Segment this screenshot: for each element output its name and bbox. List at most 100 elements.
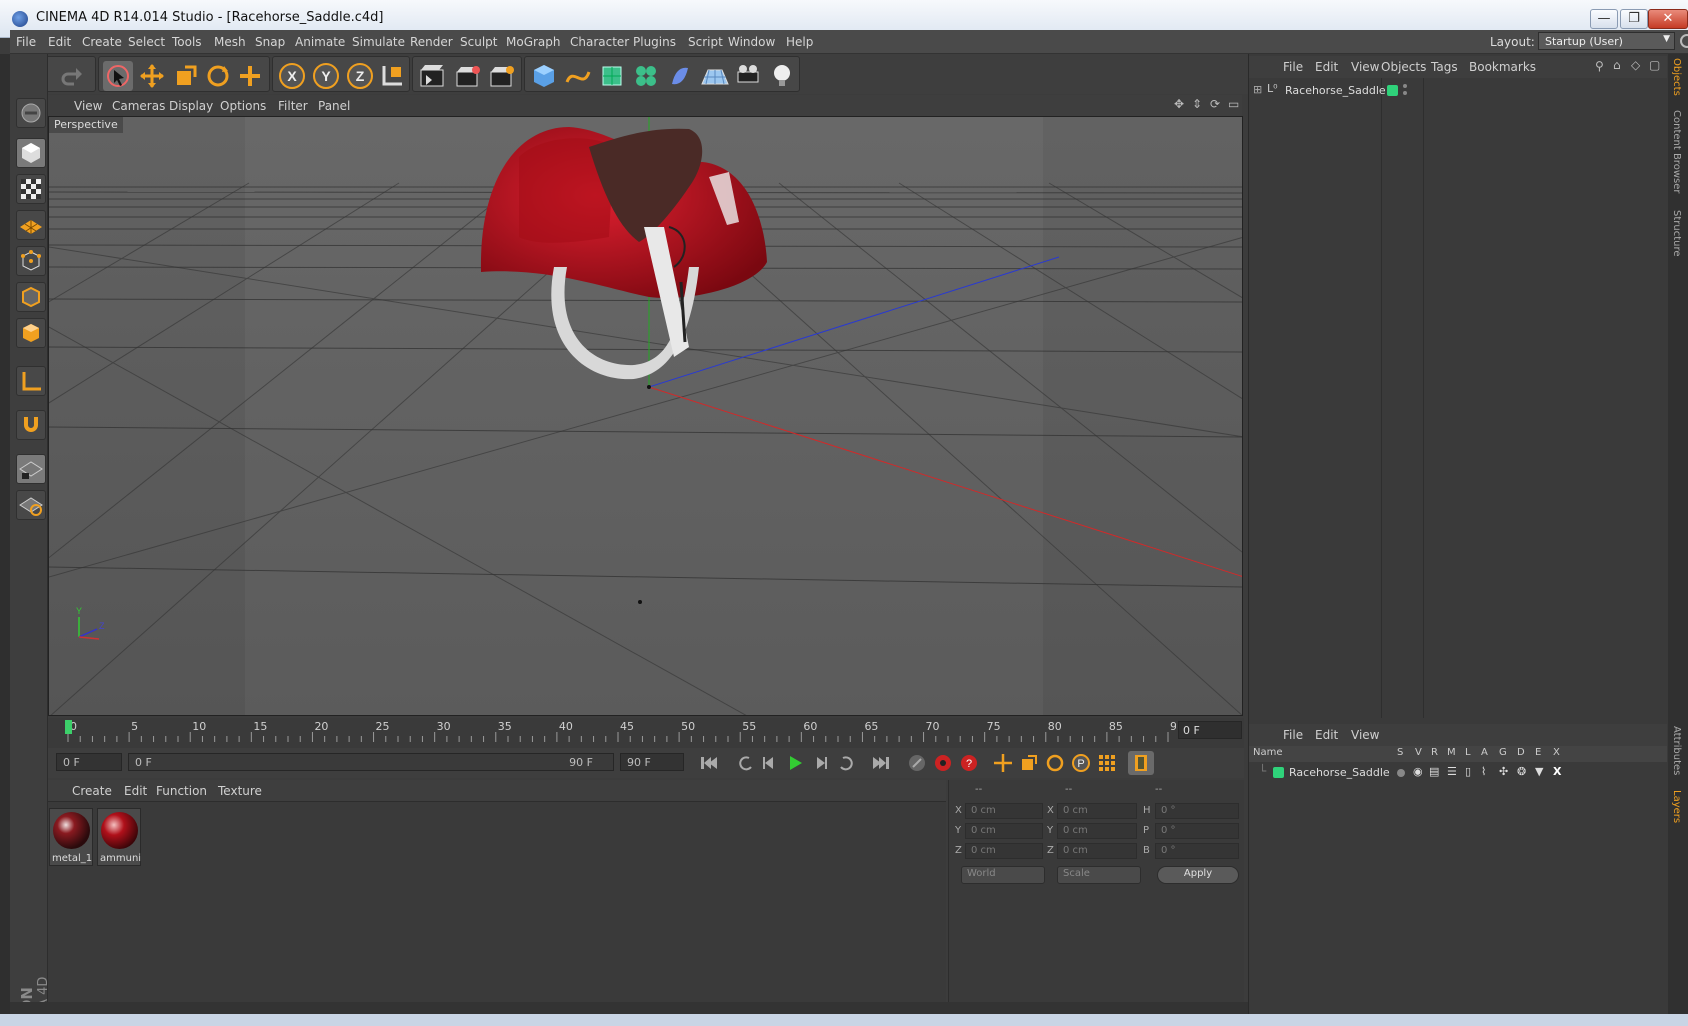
layers-menu-edit[interactable]: Edit (1315, 728, 1338, 742)
menu-sculpt[interactable]: Sculpt (460, 35, 497, 49)
viewport-menu-filter[interactable]: Filter (278, 99, 308, 113)
last-tool-icon[interactable] (235, 61, 265, 91)
material-menu-edit[interactable]: Edit (124, 784, 147, 798)
autokeying-icon[interactable] (930, 751, 956, 775)
layer-row[interactable]: └ Racehorse_Saddle ◉ ▤ ☰ ▯ ⌇ ✣ ❂ ▼ X (1249, 764, 1667, 782)
layout-dropdown[interactable]: Startup (User) ▼ (1538, 32, 1675, 50)
planar-workplane-icon[interactable] (16, 490, 46, 520)
manager-icon[interactable]: ☰ (1447, 765, 1457, 778)
menu-help[interactable]: Help (786, 35, 813, 49)
menu-animate[interactable]: Animate (295, 35, 345, 49)
search-icon[interactable] (1680, 34, 1688, 48)
scale-icon[interactable] (171, 61, 201, 91)
layer-color-tag[interactable] (1387, 85, 1398, 96)
rotation-b-field[interactable]: 0 ° (1155, 843, 1239, 859)
deformer-icon[interactable]: ❂ (1517, 765, 1526, 778)
material-swatch[interactable]: ammuni (97, 808, 141, 866)
start-frame-field[interactable]: 0 F (56, 753, 122, 771)
render-settings-icon[interactable] (487, 61, 517, 91)
view-eye-icon[interactable]: ◉ (1413, 765, 1423, 778)
key-position-icon[interactable] (990, 751, 1016, 775)
collapse-icon[interactable]: ◇ (1631, 58, 1640, 72)
current-frame-field[interactable]: 0 F (1178, 721, 1242, 739)
menu-tools[interactable]: Tools (172, 35, 202, 49)
solo-toggle[interactable] (1397, 769, 1405, 777)
playhead[interactable] (65, 720, 72, 734)
rotation-p-field[interactable]: 0 ° (1155, 823, 1239, 839)
play-icon[interactable] (782, 751, 808, 775)
material-menu-create[interactable]: Create (72, 784, 112, 798)
camera-icon[interactable] (733, 61, 763, 91)
coordinate-space-dropdown[interactable]: World (961, 866, 1045, 884)
tab-layers[interactable]: Layers (1671, 790, 1682, 823)
home-icon[interactable]: ⌂ (1613, 58, 1621, 72)
x-axis-lock-icon[interactable]: X (277, 61, 307, 91)
light-icon[interactable] (767, 61, 797, 91)
perspective-viewport[interactable]: Y Z Perspective (48, 116, 1243, 716)
position-y-field[interactable]: 0 cm (965, 823, 1043, 839)
menu-script[interactable]: Script (688, 35, 723, 49)
new-window-icon[interactable]: ▢ (1649, 58, 1660, 72)
rotation-h-field[interactable]: 0 ° (1155, 803, 1239, 819)
viewport-move-icon[interactable]: ✥ (1174, 97, 1184, 111)
viewport-rotate-icon[interactable]: ⟳ (1210, 97, 1220, 111)
layers-menu-view[interactable]: View (1351, 728, 1379, 742)
viewport-dolly-icon[interactable]: ⇕ (1192, 97, 1202, 111)
objects-menu-edit[interactable]: Edit (1315, 60, 1338, 74)
lock-icon[interactable]: ▯ (1465, 765, 1471, 778)
floor-environment-icon[interactable] (699, 61, 729, 91)
tab-structure[interactable]: Structure (1671, 210, 1682, 257)
viewport-menu-display[interactable]: Display (169, 99, 213, 113)
go-to-start-icon[interactable] (696, 751, 722, 775)
position-x-field[interactable]: 0 cm (965, 803, 1043, 819)
edges-mode-icon[interactable] (16, 282, 46, 312)
menu-file[interactable]: File (16, 35, 36, 49)
snap-magnet-icon[interactable] (16, 410, 46, 440)
material-menu-texture[interactable]: Texture (218, 784, 262, 798)
render-visibility-dot[interactable] (1403, 91, 1407, 95)
keyframe-selection-icon[interactable]: ? (956, 751, 982, 775)
xref-icon[interactable]: X (1553, 765, 1561, 778)
deformer-icon[interactable] (665, 61, 695, 91)
previous-key-icon[interactable] (732, 751, 758, 775)
key-parameter-icon[interactable]: P (1068, 751, 1094, 775)
menu-edit[interactable]: Edit (48, 35, 71, 49)
live-selection-icon[interactable] (103, 61, 133, 91)
viewport-menu-cameras[interactable]: Cameras (112, 99, 165, 113)
generator-icon[interactable]: ✣ (1499, 765, 1508, 778)
spline-pen-icon[interactable] (563, 61, 593, 91)
apply-button[interactable]: Apply (1157, 866, 1239, 884)
go-to-end-icon[interactable] (868, 751, 894, 775)
redo-icon[interactable] (57, 61, 87, 91)
record-keys-icon[interactable] (904, 751, 930, 775)
material-swatch[interactable]: metal_1 (49, 808, 93, 866)
position-z-field[interactable]: 0 cm (965, 843, 1043, 859)
move-icon[interactable] (137, 61, 167, 91)
preview-range-slider[interactable]: 0 F 90 F (128, 753, 614, 771)
workplane-lock-icon[interactable] (16, 454, 46, 484)
objects-menu-objects[interactable]: Objects (1381, 60, 1426, 74)
model-mode-icon[interactable] (16, 138, 46, 168)
tab-objects[interactable]: Objects (1671, 58, 1682, 96)
make-editable-icon[interactable] (16, 98, 46, 128)
render-picture-viewer-icon[interactable] (453, 61, 483, 91)
menu-mograph[interactable]: MoGraph (506, 35, 561, 49)
previous-frame-icon[interactable] (756, 751, 782, 775)
size-y-field[interactable]: 0 cm (1057, 823, 1137, 839)
coordinate-system-icon[interactable] (377, 61, 407, 91)
layer-color-swatch[interactable] (1273, 767, 1284, 778)
maximize-button[interactable]: ❐ (1620, 9, 1648, 29)
next-key-icon[interactable] (834, 751, 860, 775)
viewport-menu-view[interactable]: View (74, 99, 102, 113)
expression-icon[interactable]: ▼ (1535, 765, 1543, 778)
texture-mode-icon[interactable] (16, 174, 46, 204)
objects-menu-file[interactable]: File (1283, 60, 1303, 74)
render-clapper-icon[interactable]: ▤ (1429, 765, 1439, 778)
expand-icon[interactable]: ⊞ (1253, 83, 1262, 96)
menu-select[interactable]: Select (128, 35, 165, 49)
axis-mode-icon[interactable] (16, 366, 46, 396)
objects-menu-bookmarks[interactable]: Bookmarks (1469, 60, 1536, 74)
objects-menu-view[interactable]: View (1351, 60, 1379, 74)
menu-simulate[interactable]: Simulate (352, 35, 405, 49)
key-scale-icon[interactable] (1016, 751, 1042, 775)
